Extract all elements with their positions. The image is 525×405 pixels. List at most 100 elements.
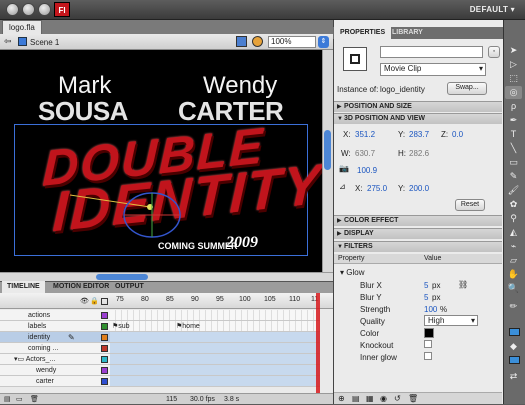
- free-transform-tool-icon[interactable]: ⬚: [505, 72, 522, 85]
- layer-row-identity[interactable]: identity ✎: [0, 332, 110, 343]
- paint-bucket-tool-icon[interactable]: ◭: [505, 226, 522, 239]
- lasso-tool-icon[interactable]: ρ: [505, 100, 522, 113]
- tab-output[interactable]: OUTPUT: [110, 281, 149, 293]
- tab-properties[interactable]: PROPERTIES: [334, 27, 392, 39]
- deco-tool-icon[interactable]: ✿: [505, 198, 522, 211]
- strength-value[interactable]: 100: [424, 305, 437, 314]
- subselection-tool-icon[interactable]: ▷: [505, 58, 522, 71]
- close-window-button[interactable]: [6, 3, 19, 16]
- delete-layer-icon[interactable]: 🗑: [30, 394, 39, 405]
- minimize-window-button[interactable]: [22, 3, 35, 16]
- layer-row-actions[interactable]: actions: [0, 310, 110, 321]
- rectangle-tool-icon[interactable]: ▭: [505, 156, 522, 169]
- eyedropper-tool-icon[interactable]: ⌁: [505, 240, 522, 253]
- fill-color-swatch[interactable]: [509, 356, 520, 364]
- back-arrow-icon[interactable]: ⇦: [4, 36, 12, 47]
- glow-color-swatch[interactable]: [424, 328, 434, 338]
- tab-motion-editor[interactable]: MOTION EDITOR: [48, 281, 114, 293]
- layer-color-swatch[interactable]: [101, 345, 108, 352]
- link-icon[interactable]: ⛓: [458, 280, 468, 289]
- new-layer-icon[interactable]: ▤: [4, 394, 11, 405]
- clipboard-icon[interactable]: ▦: [366, 394, 374, 403]
- line-tool-icon[interactable]: ╲: [505, 142, 522, 155]
- zoom-field[interactable]: 100%: [268, 36, 316, 48]
- new-folder-icon[interactable]: ▭: [16, 394, 23, 405]
- playhead[interactable]: [316, 293, 320, 404]
- blur-x-value[interactable]: 5: [424, 281, 428, 290]
- text-tool-icon[interactable]: T: [505, 128, 522, 141]
- stroke-color-swatch[interactable]: [509, 328, 520, 336]
- eraser-tool-icon[interactable]: ▱: [505, 254, 522, 267]
- reset-button[interactable]: Reset: [455, 199, 485, 211]
- selection-tool-icon[interactable]: ➤: [505, 44, 522, 57]
- vanishing-y-value[interactable]: 200.0: [409, 184, 429, 193]
- bone-tool-icon[interactable]: ⚲: [505, 212, 522, 225]
- layer-color-swatch[interactable]: [101, 378, 108, 385]
- filter-glow[interactable]: ▾ Glow: [340, 268, 364, 277]
- document-tab[interactable]: logo.fla: [2, 20, 42, 34]
- tab-timeline[interactable]: TIMELINE: [2, 281, 45, 293]
- frames-carter[interactable]: [110, 376, 320, 387]
- enable-filter-icon[interactable]: ◉: [380, 394, 387, 403]
- layer-row-labels[interactable]: labels: [0, 321, 110, 332]
- quality-select[interactable]: High ▾: [424, 315, 478, 326]
- section-color-effect[interactable]: ▶ COLOR EFFECT: [334, 215, 502, 226]
- hscroll-thumb[interactable]: [96, 274, 148, 280]
- scene-label[interactable]: Scene 1: [30, 38, 59, 47]
- z-value[interactable]: 0.0: [452, 130, 463, 139]
- x-value[interactable]: 351.2: [355, 130, 375, 139]
- layer-color-swatch[interactable]: [101, 367, 108, 374]
- delete-filter-icon[interactable]: 🗑: [408, 394, 418, 403]
- inner-glow-checkbox[interactable]: [424, 352, 432, 360]
- pen-tool-icon[interactable]: ✒: [505, 114, 522, 127]
- lock-icon[interactable]: 🔒: [90, 297, 99, 305]
- pencil-tool-icon[interactable]: ✎: [505, 170, 522, 183]
- section-3d-position[interactable]: ▼ 3D POSITION AND VIEW: [334, 113, 502, 124]
- presets-icon[interactable]: ▤: [352, 394, 360, 403]
- section-position-size[interactable]: ▶ POSITION AND SIZE: [334, 101, 502, 112]
- layer-color-swatch[interactable]: [101, 312, 108, 319]
- panel-options-button[interactable]: ◦: [488, 46, 500, 58]
- brush-tool-icon[interactable]: 🖌: [505, 184, 522, 197]
- frames-labels[interactable]: ⚑sub ⚑home: [110, 321, 320, 332]
- instance-name-input[interactable]: [380, 46, 483, 58]
- zoom-window-button[interactable]: [38, 3, 51, 16]
- swap-colors-icon[interactable]: ⇄: [505, 370, 522, 383]
- swap-button[interactable]: Swap...: [447, 82, 487, 95]
- 3d-rotation-tool-icon[interactable]: ◎: [505, 86, 522, 99]
- zoom-dropdown-button[interactable]: ⇕: [318, 36, 329, 48]
- y-value[interactable]: 283.7: [409, 130, 429, 139]
- perspective-angle-value[interactable]: 100.9: [357, 166, 377, 175]
- layer-color-swatch[interactable]: [101, 334, 108, 341]
- zoom-tool-icon[interactable]: 🔍: [505, 282, 522, 295]
- fill-color-icon[interactable]: ◆: [505, 340, 522, 353]
- frames-wendy[interactable]: [110, 365, 320, 376]
- section-filters[interactable]: ▼ FILTERS: [334, 241, 502, 252]
- stroke-color-icon[interactable]: ✏: [505, 300, 522, 313]
- blur-y-value[interactable]: 5: [424, 293, 428, 302]
- vanishing-x-value[interactable]: 275.0: [367, 184, 387, 193]
- section-display[interactable]: ▶ DISPLAY: [334, 228, 502, 239]
- reset-filter-icon[interactable]: ↺: [394, 394, 401, 403]
- layer-row-coming[interactable]: coming ...: [0, 343, 110, 354]
- frames-actions[interactable]: [110, 310, 320, 321]
- frames-identity[interactable]: [110, 332, 320, 343]
- layer-color-swatch[interactable]: [101, 323, 108, 330]
- eye-icon[interactable]: 👁: [80, 297, 89, 305]
- outline-icon[interactable]: [101, 298, 108, 305]
- layer-row-wendy[interactable]: wendy: [0, 365, 110, 376]
- hand-tool-icon[interactable]: ✋: [505, 268, 522, 281]
- stage-vertical-scrollbar[interactable]: [322, 50, 333, 272]
- edit-symbols-icon[interactable]: [252, 36, 263, 47]
- vscroll-thumb[interactable]: [324, 130, 331, 170]
- edit-scene-icon[interactable]: [236, 36, 247, 47]
- tab-library[interactable]: LIBRARY: [386, 27, 429, 39]
- 3d-rotation-widget[interactable]: [60, 170, 210, 250]
- stage-horizontal-scrollbar[interactable]: [0, 272, 333, 281]
- layer-color-swatch[interactable]: [101, 356, 108, 363]
- symbol-type-select[interactable]: Movie Clip ▾: [380, 63, 486, 76]
- layer-row-carter[interactable]: carter: [0, 376, 110, 387]
- workspace-switcher[interactable]: DEFAULT ▾: [470, 5, 515, 14]
- add-filter-icon[interactable]: ⊕: [338, 394, 345, 403]
- frames-coming[interactable]: [110, 343, 320, 354]
